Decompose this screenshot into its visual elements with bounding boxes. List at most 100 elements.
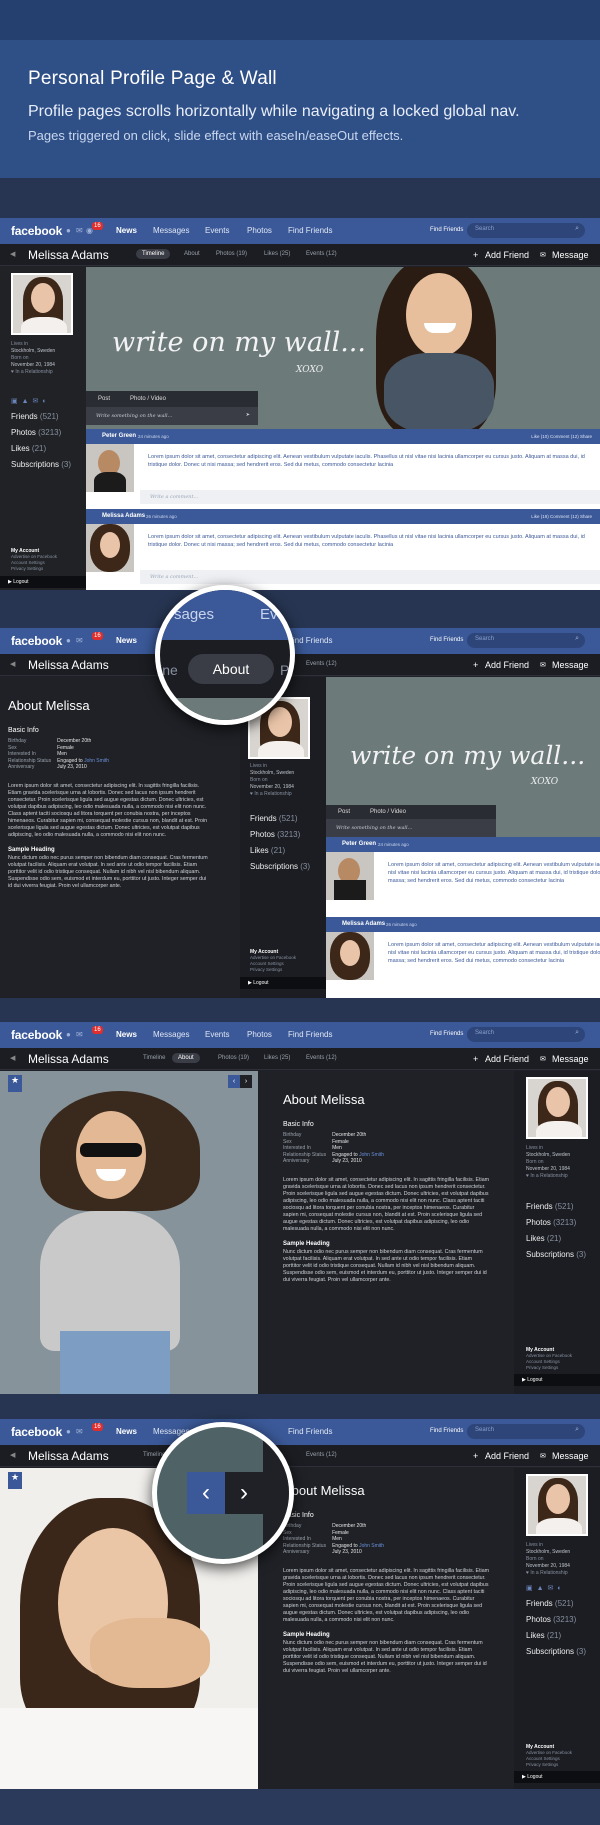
tab-events[interactable]: Events (12) [306, 1055, 337, 1061]
friend-requests-icon[interactable]: ● [66, 1427, 71, 1436]
quick-actions[interactable]: ▣▲✉◐ [11, 397, 51, 405]
logout-button[interactable]: ▶ Logout [514, 1374, 600, 1386]
nav-find-friends[interactable]: Find Friends [288, 226, 332, 235]
nav-news[interactable]: News [116, 636, 137, 645]
link-subscriptions[interactable]: Subscriptions (3) [11, 457, 71, 473]
messages-icon[interactable]: ✉ [76, 226, 83, 235]
comment-input[interactable]: Write a comment... [140, 570, 600, 584]
link-likes[interactable]: Likes (21) [11, 441, 71, 457]
post-author-avatar[interactable] [86, 524, 134, 572]
link-likes[interactable]: Likes (21) [526, 1231, 586, 1247]
add-friend-button[interactable]: Add Friend [485, 1054, 529, 1064]
tab-events[interactable]: Events (12) [306, 251, 337, 257]
find-friends-link[interactable]: Find Friends [430, 1031, 463, 1037]
nav-find-friends[interactable]: Find Friends [288, 636, 332, 645]
partner-link[interactable]: John Smith [84, 758, 109, 764]
friend-requests-icon[interactable]: ● [66, 636, 71, 645]
privacy-settings-link[interactable]: Privacy Settings [11, 566, 57, 572]
messages-icon[interactable]: ✉ [76, 636, 83, 645]
search-icon[interactable]: ⌕ [575, 635, 579, 643]
add-friend-icon[interactable]: + [473, 660, 478, 670]
favorite-star-icon[interactable]: ★ [8, 1075, 22, 1092]
about-pill-zoomed[interactable]: About [188, 654, 274, 684]
logout-button[interactable]: ▶ Logout [240, 977, 326, 989]
avatar[interactable] [11, 273, 73, 335]
link-photos[interactable]: Photos (3213) [11, 425, 71, 441]
tab-events[interactable]: Events (12) [306, 1452, 337, 1458]
facebook-logo[interactable]: facebook [11, 1028, 62, 1042]
link-subscriptions[interactable]: Subscriptions (3) [526, 1644, 586, 1660]
back-icon[interactable]: ◀ [10, 1054, 15, 1062]
write-on-wall-input[interactable]: Write something on the wall... ➤ [86, 407, 258, 425]
tab-events[interactable]: Events (12) [306, 661, 337, 667]
nav-photos[interactable]: Photos [247, 226, 272, 235]
tab-about[interactable]: About [184, 251, 200, 257]
find-friends-link[interactable]: Find Friends [430, 1428, 463, 1434]
back-icon[interactable]: ◀ [10, 660, 15, 668]
nav-news[interactable]: News [116, 1030, 137, 1039]
nav-find-friends[interactable]: Find Friends [288, 1427, 332, 1436]
post-author-avatar[interactable] [86, 444, 134, 492]
link-subscriptions[interactable]: Subscriptions (3) [250, 859, 310, 875]
link-likes[interactable]: Likes (21) [526, 1628, 586, 1644]
favorite-star-icon[interactable]: ★ [8, 1472, 22, 1489]
facebook-logo[interactable]: facebook [11, 634, 62, 648]
search-icon[interactable]: ⌕ [575, 225, 579, 233]
message-button[interactable]: Message [552, 1451, 589, 1461]
nav-photos[interactable]: Photos [247, 1030, 272, 1039]
link-friends[interactable]: Friends (521) [526, 1199, 586, 1215]
message-icon[interactable]: ✉ [540, 251, 546, 259]
back-icon[interactable]: ◀ [10, 1451, 15, 1459]
post-actions[interactable]: Like (10) Comment (12) Share [531, 434, 592, 439]
search-input[interactable]: Search ⌕ [467, 633, 585, 648]
comment-input[interactable]: Write a comment... [140, 490, 600, 504]
link-subscriptions[interactable]: Subscriptions (3) [526, 1247, 586, 1263]
tab-photos[interactable]: Photos (19) [218, 1055, 249, 1061]
find-friends-link[interactable]: Find Friends [430, 227, 463, 233]
search-icon[interactable]: ⌕ [575, 1029, 579, 1037]
add-friend-icon[interactable]: + [473, 1451, 478, 1461]
messages-icon[interactable]: ✉ [76, 1030, 83, 1039]
link-photos[interactable]: Photos (3213) [250, 827, 310, 843]
nav-news[interactable]: News [116, 226, 137, 235]
tab-photos[interactable]: Photos (19) [216, 251, 247, 257]
add-friend-button[interactable]: Add Friend [485, 250, 529, 260]
send-icon[interactable]: ➤ [246, 412, 250, 418]
back-icon[interactable]: ◀ [10, 250, 15, 258]
search-input[interactable]: Search ⌕ [467, 1027, 585, 1042]
post-actions[interactable]: Like (19) Comment (12) Share [531, 514, 592, 519]
add-friend-button[interactable]: Add Friend [485, 660, 529, 670]
friend-requests-icon[interactable]: ● [66, 1030, 71, 1039]
prev-arrow-icon[interactable]: ‹ [228, 1075, 240, 1088]
prev-arrow-icon[interactable]: ‹ [187, 1472, 225, 1514]
post-author[interactable]: Melissa Adams [102, 513, 145, 519]
nav-messages[interactable]: Messages [153, 1030, 189, 1039]
facebook-logo[interactable]: facebook [11, 224, 62, 238]
search-input[interactable]: Search ⌕ [467, 1424, 585, 1439]
messages-icon[interactable]: ✉ [76, 1427, 83, 1436]
message-button[interactable]: Message [552, 1054, 589, 1064]
message-button[interactable]: Message [552, 250, 589, 260]
add-friend-button[interactable]: Add Friend [485, 1451, 529, 1461]
link-friends[interactable]: Friends (521) [526, 1596, 586, 1612]
next-arrow-icon[interactable]: › [225, 1472, 263, 1514]
avatar[interactable] [526, 1077, 588, 1139]
nav-events[interactable]: Events [205, 226, 229, 235]
post-tab[interactable]: Post [98, 396, 110, 402]
link-photos[interactable]: Photos (3213) [526, 1215, 586, 1231]
search-icon[interactable]: ⌕ [575, 1426, 579, 1434]
message-button[interactable]: Message [552, 660, 589, 670]
nav-events[interactable]: Events [205, 1030, 229, 1039]
message-icon[interactable]: ✉ [540, 661, 546, 669]
photo-video-tab[interactable]: Photo / Video [130, 396, 166, 402]
quick-actions[interactable]: ▣▲✉◐ [526, 1584, 566, 1592]
post-author-avatar[interactable] [326, 852, 374, 900]
tab-timeline[interactable]: Timeline [136, 249, 171, 259]
link-likes[interactable]: Likes (21) [250, 843, 310, 859]
link-friends[interactable]: Friends (521) [250, 811, 310, 827]
nav-news[interactable]: News [116, 1427, 137, 1436]
write-on-wall-input[interactable]: Write something on the wall... [326, 819, 496, 837]
logout-button[interactable]: ▶ Logout [0, 576, 86, 588]
post-author-avatar[interactable] [326, 932, 374, 980]
message-icon[interactable]: ✉ [540, 1452, 546, 1460]
